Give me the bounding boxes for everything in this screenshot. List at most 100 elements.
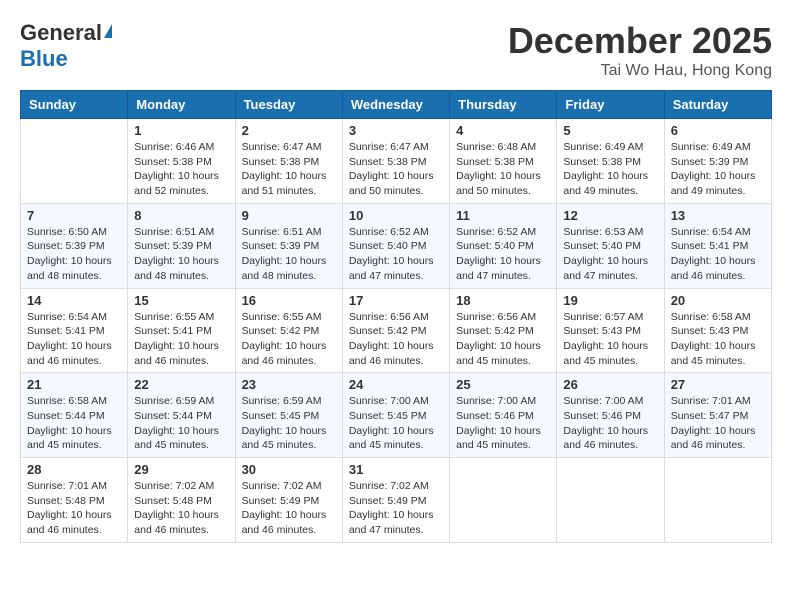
day-info: Sunrise: 7:00 AM Sunset: 5:46 PM Dayligh… bbox=[456, 394, 550, 453]
calendar-cell: 13 Sunrise: 6:54 AM Sunset: 5:41 PM Dayli… bbox=[664, 203, 771, 288]
day-info: Sunrise: 6:49 AM Sunset: 5:38 PM Dayligh… bbox=[563, 140, 657, 199]
day-number: 14 bbox=[27, 293, 121, 308]
day-number: 23 bbox=[242, 377, 336, 392]
day-number: 15 bbox=[134, 293, 228, 308]
calendar-cell: 23 Sunrise: 6:59 AM Sunset: 5:45 PM Dayli… bbox=[235, 373, 342, 458]
day-info: Sunrise: 6:53 AM Sunset: 5:40 PM Dayligh… bbox=[563, 225, 657, 284]
day-info: Sunrise: 6:59 AM Sunset: 5:44 PM Dayligh… bbox=[134, 394, 228, 453]
day-number: 13 bbox=[671, 208, 765, 223]
calendar-week-row: 14 Sunrise: 6:54 AM Sunset: 5:41 PM Dayli… bbox=[21, 288, 772, 373]
weekday-header-wednesday: Wednesday bbox=[342, 91, 449, 119]
day-number: 3 bbox=[349, 123, 443, 138]
logo-blue-text: Blue bbox=[20, 46, 68, 72]
day-number: 31 bbox=[349, 462, 443, 477]
day-info: Sunrise: 6:48 AM Sunset: 5:38 PM Dayligh… bbox=[456, 140, 550, 199]
day-info: Sunrise: 6:57 AM Sunset: 5:43 PM Dayligh… bbox=[563, 310, 657, 369]
day-number: 26 bbox=[563, 377, 657, 392]
day-info: Sunrise: 6:56 AM Sunset: 5:42 PM Dayligh… bbox=[349, 310, 443, 369]
day-number: 24 bbox=[349, 377, 443, 392]
calendar-cell: 24Sunrise: 7:00 AM Sunset: 5:45 PM Dayli… bbox=[342, 373, 449, 458]
day-info: Sunrise: 6:52 AM Sunset: 5:40 PM Dayligh… bbox=[349, 225, 443, 284]
month-title: December 2025 bbox=[508, 20, 772, 62]
day-info: Sunrise: 6:56 AM Sunset: 5:42 PM Dayligh… bbox=[456, 310, 550, 369]
day-number: 2 bbox=[242, 123, 336, 138]
day-info: Sunrise: 7:00 AM Sunset: 5:46 PM Dayligh… bbox=[563, 394, 657, 453]
calendar-cell: 20 Sunrise: 6:58 AM Sunset: 5:43 PM Dayli… bbox=[664, 288, 771, 373]
calendar-cell: 11 Sunrise: 6:52 AM Sunset: 5:40 PM Dayli… bbox=[450, 203, 557, 288]
day-number: 5 bbox=[563, 123, 657, 138]
day-number: 10 bbox=[349, 208, 443, 223]
day-number: 4 bbox=[456, 123, 550, 138]
calendar-cell bbox=[557, 458, 664, 543]
calendar-cell: 16 Sunrise: 6:55 AM Sunset: 5:42 PM Dayli… bbox=[235, 288, 342, 373]
weekday-header-friday: Friday bbox=[557, 91, 664, 119]
logo-general-text: General bbox=[20, 20, 102, 46]
calendar-cell: 28Sunrise: 7:01 AM Sunset: 5:48 PM Dayli… bbox=[21, 458, 128, 543]
day-info: Sunrise: 6:51 AM Sunset: 5:39 PM Dayligh… bbox=[242, 225, 336, 284]
calendar-cell: 5 Sunrise: 6:49 AM Sunset: 5:38 PM Daylig… bbox=[557, 119, 664, 204]
logo: General Blue bbox=[20, 20, 112, 72]
day-info: Sunrise: 6:49 AM Sunset: 5:39 PM Dayligh… bbox=[671, 140, 765, 199]
weekday-header-tuesday: Tuesday bbox=[235, 91, 342, 119]
day-info: Sunrise: 7:01 AM Sunset: 5:48 PM Dayligh… bbox=[27, 479, 121, 538]
day-info: Sunrise: 7:02 AM Sunset: 5:48 PM Dayligh… bbox=[134, 479, 228, 538]
day-number: 16 bbox=[242, 293, 336, 308]
calendar-cell: 10 Sunrise: 6:52 AM Sunset: 5:40 PM Dayli… bbox=[342, 203, 449, 288]
day-number: 11 bbox=[456, 208, 550, 223]
calendar-table: SundayMondayTuesdayWednesdayThursdayFrid… bbox=[20, 90, 772, 543]
calendar-cell: 29 Sunrise: 7:02 AM Sunset: 5:48 PM Dayli… bbox=[128, 458, 235, 543]
day-number: 1 bbox=[134, 123, 228, 138]
day-number: 27 bbox=[671, 377, 765, 392]
calendar-cell: 15Sunrise: 6:55 AM Sunset: 5:41 PM Dayli… bbox=[128, 288, 235, 373]
weekday-header-sunday: Sunday bbox=[21, 91, 128, 119]
day-info: Sunrise: 6:58 AM Sunset: 5:44 PM Dayligh… bbox=[27, 394, 121, 453]
day-info: Sunrise: 6:47 AM Sunset: 5:38 PM Dayligh… bbox=[242, 140, 336, 199]
logo-triangle-icon bbox=[104, 24, 112, 38]
day-info: Sunrise: 7:02 AM Sunset: 5:49 PM Dayligh… bbox=[242, 479, 336, 538]
calendar-cell: 19 Sunrise: 6:57 AM Sunset: 5:43 PM Dayli… bbox=[557, 288, 664, 373]
calendar-cell: 30 Sunrise: 7:02 AM Sunset: 5:49 PM Dayli… bbox=[235, 458, 342, 543]
calendar-cell: 25 Sunrise: 7:00 AM Sunset: 5:46 PM Dayli… bbox=[450, 373, 557, 458]
title-section: December 2025 Tai Wo Hau, Hong Kong bbox=[508, 20, 772, 80]
calendar-cell: 27 Sunrise: 7:01 AM Sunset: 5:47 PM Dayli… bbox=[664, 373, 771, 458]
calendar-week-row: 28Sunrise: 7:01 AM Sunset: 5:48 PM Dayli… bbox=[21, 458, 772, 543]
calendar-cell: 2 Sunrise: 6:47 AM Sunset: 5:38 PM Daylig… bbox=[235, 119, 342, 204]
day-number: 12 bbox=[563, 208, 657, 223]
day-number: 20 bbox=[671, 293, 765, 308]
weekday-header-thursday: Thursday bbox=[450, 91, 557, 119]
calendar-cell: 6Sunrise: 6:49 AM Sunset: 5:39 PM Daylig… bbox=[664, 119, 771, 204]
day-number: 21 bbox=[27, 377, 121, 392]
day-info: Sunrise: 7:01 AM Sunset: 5:47 PM Dayligh… bbox=[671, 394, 765, 453]
day-number: 30 bbox=[242, 462, 336, 477]
day-number: 19 bbox=[563, 293, 657, 308]
day-number: 29 bbox=[134, 462, 228, 477]
calendar-week-row: 1Sunrise: 6:46 AM Sunset: 5:38 PM Daylig… bbox=[21, 119, 772, 204]
day-number: 18 bbox=[456, 293, 550, 308]
day-info: Sunrise: 6:52 AM Sunset: 5:40 PM Dayligh… bbox=[456, 225, 550, 284]
day-number: 7 bbox=[27, 208, 121, 223]
calendar-cell: 31 Sunrise: 7:02 AM Sunset: 5:49 PM Dayli… bbox=[342, 458, 449, 543]
calendar-cell: 1Sunrise: 6:46 AM Sunset: 5:38 PM Daylig… bbox=[128, 119, 235, 204]
day-number: 9 bbox=[242, 208, 336, 223]
calendar-cell: 14 Sunrise: 6:54 AM Sunset: 5:41 PM Dayli… bbox=[21, 288, 128, 373]
day-info: Sunrise: 6:54 AM Sunset: 5:41 PM Dayligh… bbox=[27, 310, 121, 369]
calendar-cell: 9 Sunrise: 6:51 AM Sunset: 5:39 PM Daylig… bbox=[235, 203, 342, 288]
day-info: Sunrise: 6:54 AM Sunset: 5:41 PM Dayligh… bbox=[671, 225, 765, 284]
day-info: Sunrise: 6:47 AM Sunset: 5:38 PM Dayligh… bbox=[349, 140, 443, 199]
calendar-cell: 4 Sunrise: 6:48 AM Sunset: 5:38 PM Daylig… bbox=[450, 119, 557, 204]
calendar-cell: 8Sunrise: 6:51 AM Sunset: 5:39 PM Daylig… bbox=[128, 203, 235, 288]
calendar-cell bbox=[450, 458, 557, 543]
location-subtitle: Tai Wo Hau, Hong Kong bbox=[508, 62, 772, 80]
calendar-cell: 12 Sunrise: 6:53 AM Sunset: 5:40 PM Dayli… bbox=[557, 203, 664, 288]
day-info: Sunrise: 6:55 AM Sunset: 5:42 PM Dayligh… bbox=[242, 310, 336, 369]
calendar-cell: 7 Sunrise: 6:50 AM Sunset: 5:39 PM Daylig… bbox=[21, 203, 128, 288]
day-info: Sunrise: 7:02 AM Sunset: 5:49 PM Dayligh… bbox=[349, 479, 443, 538]
weekday-header-saturday: Saturday bbox=[664, 91, 771, 119]
day-number: 25 bbox=[456, 377, 550, 392]
day-info: Sunrise: 6:59 AM Sunset: 5:45 PM Dayligh… bbox=[242, 394, 336, 453]
calendar-cell: 21 Sunrise: 6:58 AM Sunset: 5:44 PM Dayli… bbox=[21, 373, 128, 458]
page-header: General Blue December 2025 Tai Wo Hau, H… bbox=[20, 20, 772, 80]
day-info: Sunrise: 6:58 AM Sunset: 5:43 PM Dayligh… bbox=[671, 310, 765, 369]
day-info: Sunrise: 6:50 AM Sunset: 5:39 PM Dayligh… bbox=[27, 225, 121, 284]
calendar-cell: 22Sunrise: 6:59 AM Sunset: 5:44 PM Dayli… bbox=[128, 373, 235, 458]
